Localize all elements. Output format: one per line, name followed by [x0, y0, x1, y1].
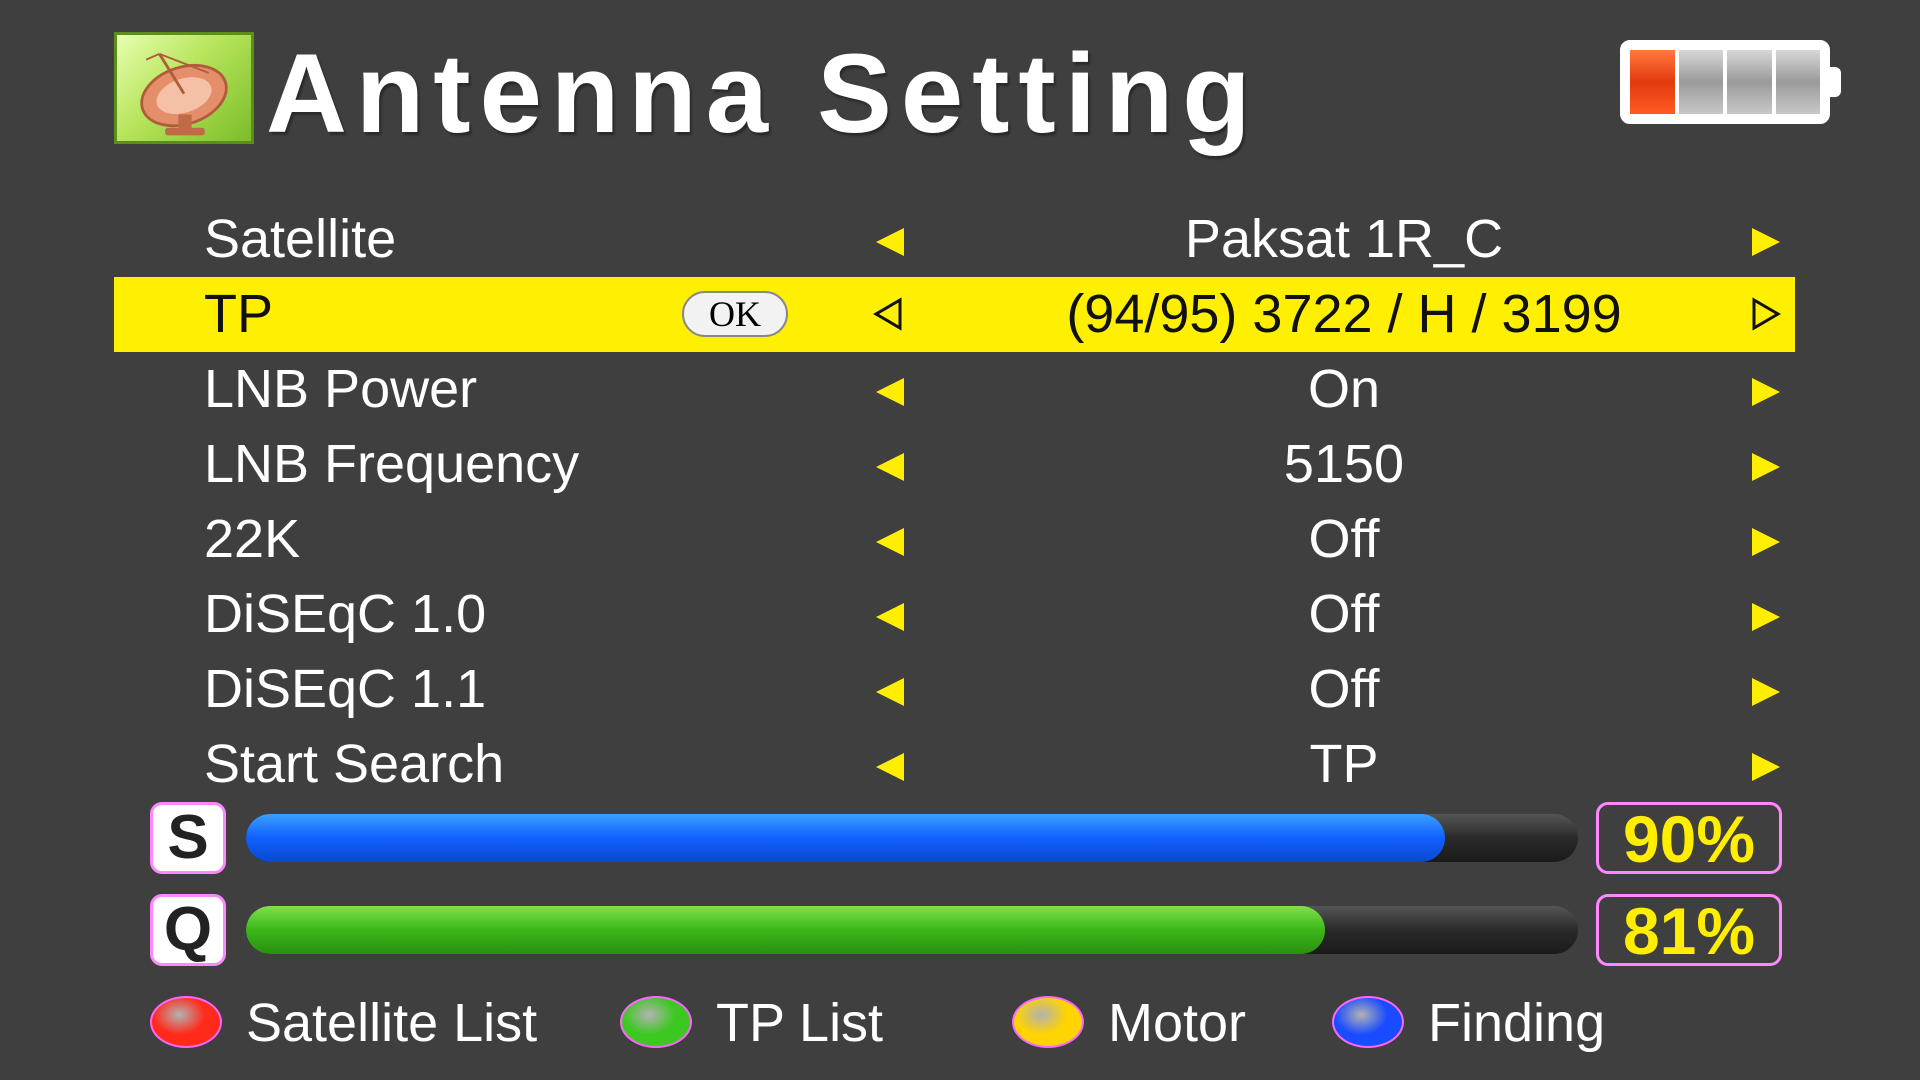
arrow-left-icon[interactable] [876, 528, 904, 556]
row-label: LNB Power [204, 359, 478, 419]
arrow-left-outline-icon[interactable] [872, 297, 904, 331]
row-value: (94/95) 3722 / H / 3199 [1066, 284, 1622, 344]
arrow-left-icon[interactable] [876, 603, 904, 631]
arrow-right-icon[interactable] [1752, 228, 1780, 256]
legend-label: Finding [1428, 993, 1606, 1053]
strength-badge: S [150, 802, 226, 874]
row-value: Off [1308, 509, 1380, 569]
signal-quality-meter: Q 81% [150, 894, 1790, 968]
menu-row-satellite[interactable]: Satellite Paksat 1R_C [114, 202, 1795, 277]
battery-cell [1630, 50, 1675, 114]
page-title: Antenna Setting [266, 31, 1260, 156]
arrow-left-icon[interactable] [876, 378, 904, 406]
battery-cell [1727, 50, 1772, 114]
green-key-icon [620, 996, 692, 1048]
battery-cell [1678, 50, 1723, 114]
row-label: Start Search [204, 734, 505, 794]
arrow-right-icon[interactable] [1752, 453, 1780, 481]
antenna-settings-menu: Satellite Paksat 1R_C TP OK (94/95) 3722… [114, 202, 1795, 802]
menu-row-start-search[interactable]: Start Search TP [114, 727, 1795, 802]
row-value: Paksat 1R_C [1184, 209, 1504, 269]
row-value: TP [1309, 734, 1379, 794]
battery-cell [1775, 50, 1820, 114]
arrow-left-icon[interactable] [876, 453, 904, 481]
signal-strength-meter: S 90% [150, 802, 1790, 876]
menu-row-lnb-power[interactable]: LNB Power On [114, 352, 1795, 427]
color-key-legend: Satellite List TP List Motor Finding [150, 988, 1750, 1058]
strength-bar-fill [246, 814, 1445, 862]
menu-row-diseqc-1-0[interactable]: DiSEqC 1.0 Off [114, 577, 1795, 652]
ok-button[interactable]: OK [682, 291, 788, 337]
arrow-right-icon[interactable] [1752, 378, 1780, 406]
row-label: DiSEqC 1.1 [204, 659, 487, 719]
satellite-dish-icon [114, 32, 254, 144]
legend-label: Motor [1108, 993, 1247, 1053]
quality-percent: 81% [1596, 894, 1782, 966]
row-value: 5150 [1283, 434, 1405, 494]
arrow-right-icon[interactable] [1752, 678, 1780, 706]
red-key-icon [150, 996, 222, 1048]
arrow-right-outline-icon[interactable] [1750, 297, 1782, 331]
row-label: DiSEqC 1.0 [204, 584, 487, 644]
arrow-left-icon[interactable] [876, 753, 904, 781]
row-value: Off [1308, 584, 1380, 644]
legend-label: TP List [716, 993, 884, 1053]
row-label: TP [204, 284, 274, 344]
arrow-right-icon[interactable] [1752, 603, 1780, 631]
row-value: On [1307, 359, 1381, 419]
arrow-right-icon[interactable] [1752, 753, 1780, 781]
strength-bar-track [246, 814, 1578, 862]
yellow-key-icon [1012, 996, 1084, 1048]
menu-row-tp[interactable]: TP OK (94/95) 3722 / H / 3199 [114, 277, 1795, 352]
menu-row-lnb-frequency[interactable]: LNB Frequency 5150 [114, 427, 1795, 502]
row-label: 22K [204, 509, 301, 569]
arrow-right-icon[interactable] [1752, 528, 1780, 556]
menu-row-diseqc-1-1[interactable]: DiSEqC 1.1 Off [114, 652, 1795, 727]
menu-row-22k[interactable]: 22K Off [114, 502, 1795, 577]
row-value: Off [1308, 659, 1380, 719]
arrow-left-icon[interactable] [876, 678, 904, 706]
blue-key-icon [1332, 996, 1404, 1048]
quality-badge: Q [150, 894, 226, 966]
battery-indicator [1620, 40, 1841, 124]
legend-label: Satellite List [246, 993, 538, 1053]
strength-percent: 90% [1596, 802, 1782, 874]
row-label: LNB Frequency [204, 434, 580, 494]
arrow-left-icon[interactable] [876, 228, 904, 256]
quality-bar-fill [246, 906, 1325, 954]
row-label: Satellite [204, 209, 397, 269]
quality-bar-track [246, 906, 1578, 954]
